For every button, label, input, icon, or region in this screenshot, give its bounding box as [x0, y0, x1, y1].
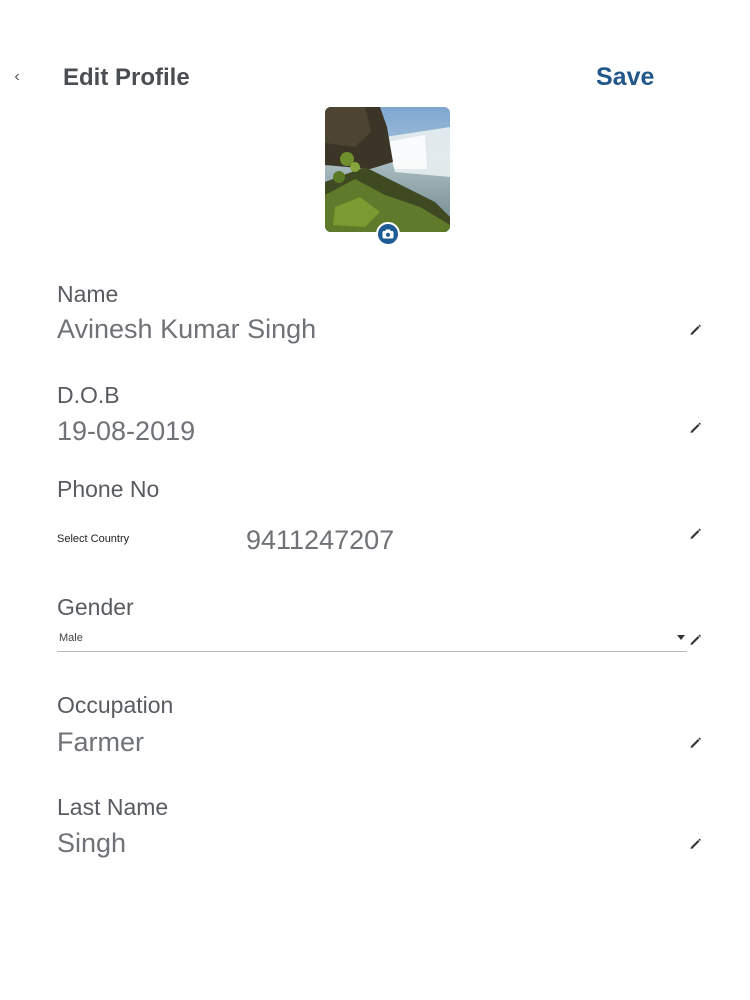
back-icon[interactable]: ‹ [8, 66, 26, 88]
phone-field[interactable]: 9411247207 [246, 525, 394, 556]
dob-label: D.O.B [57, 382, 120, 408]
last-name-field[interactable]: Singh [57, 828, 126, 859]
chevron-down-icon [677, 635, 685, 640]
name-edit-pencil-icon[interactable] [688, 322, 702, 336]
camera-icon[interactable] [376, 222, 400, 246]
avatar[interactable] [325, 107, 450, 232]
page-title: Edit Profile [63, 64, 190, 91]
gender-label: Gender [57, 594, 134, 620]
dob-field[interactable]: 19-08-2019 [57, 416, 195, 447]
country-select[interactable]: Select Country [57, 533, 129, 545]
gender-value: Male [59, 632, 83, 644]
phone-label: Phone No [57, 476, 160, 502]
dob-edit-pencil-icon[interactable] [688, 420, 702, 434]
occupation-label: Occupation [57, 692, 174, 718]
gender-select[interactable]: Male [57, 626, 687, 652]
gender-edit-pencil-icon[interactable] [688, 632, 702, 646]
phone-edit-pencil-icon[interactable] [688, 526, 702, 540]
occupation-field[interactable]: Farmer [57, 727, 144, 758]
last-name-label: Last Name [57, 794, 169, 820]
avatar-image [325, 107, 450, 232]
occupation-edit-pencil-icon[interactable] [688, 735, 702, 749]
name-field[interactable]: Avinesh Kumar Singh [57, 314, 316, 345]
name-label: Name [57, 281, 119, 307]
save-button[interactable]: Save [596, 63, 654, 92]
last-name-edit-pencil-icon[interactable] [688, 836, 702, 850]
